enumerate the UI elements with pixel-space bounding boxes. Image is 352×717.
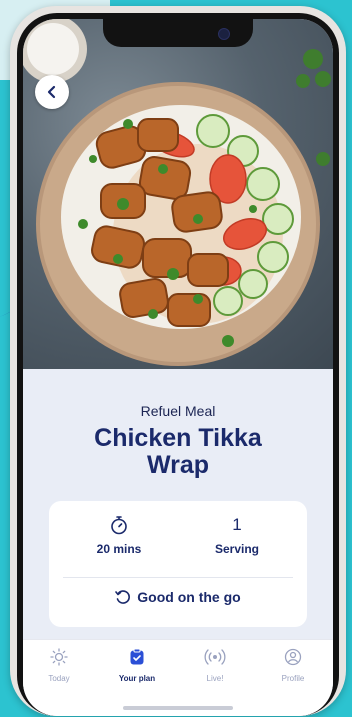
phone-notch (103, 19, 253, 47)
wrap-illustration (23, 19, 331, 366)
back-button[interactable] (35, 75, 69, 109)
card-divider (63, 577, 293, 578)
meal-title: Chicken Tikka Wrap (94, 424, 262, 479)
servings-stat: 1 Serving (177, 515, 297, 556)
plan-icon (130, 648, 144, 665)
good-on-the-go-tag: Good on the go (49, 589, 307, 605)
tab-your-plan-label: Your plan (118, 674, 156, 683)
tab-your-plan[interactable]: Your plan (105, 648, 169, 683)
prep-time-stat: 20 mins (59, 515, 179, 556)
servings-value: 1 (232, 515, 242, 534)
meal-photo (23, 19, 333, 369)
meal-info-card: 20 mins 1 Serving Good on the go (49, 501, 307, 627)
sun-icon (50, 648, 68, 666)
phone-frame: Refuel Meal Chicken Tikka Wrap 20 mins 1… (10, 6, 346, 716)
tab-profile[interactable]: Profile (261, 648, 325, 683)
servings-label: Serving (214, 542, 259, 556)
tab-live-label: Live! (206, 674, 224, 683)
meal-category: Refuel Meal (140, 403, 216, 419)
chevron-left-icon (47, 85, 56, 99)
home-indicator (123, 706, 233, 710)
front-camera (218, 28, 230, 40)
broadcast-icon (204, 649, 226, 665)
tab-profile-label: Profile (281, 674, 305, 683)
good-on-the-go-label: Good on the go (137, 589, 241, 605)
app-screen: Refuel Meal Chicken Tikka Wrap 20 mins 1… (23, 19, 333, 716)
bottom-tab-bar: Today Your plan Live! Profile (23, 639, 333, 716)
stopwatch-icon (111, 516, 127, 535)
tab-today[interactable]: Today (27, 648, 91, 683)
prep-time-label: 20 mins (96, 542, 142, 556)
tab-today-label: Today (48, 674, 70, 683)
circular-arrow-icon (115, 590, 131, 604)
profile-icon (284, 648, 302, 666)
tab-live[interactable]: Live! (183, 648, 247, 683)
phone-bezel: Refuel Meal Chicken Tikka Wrap 20 mins 1… (17, 13, 339, 716)
